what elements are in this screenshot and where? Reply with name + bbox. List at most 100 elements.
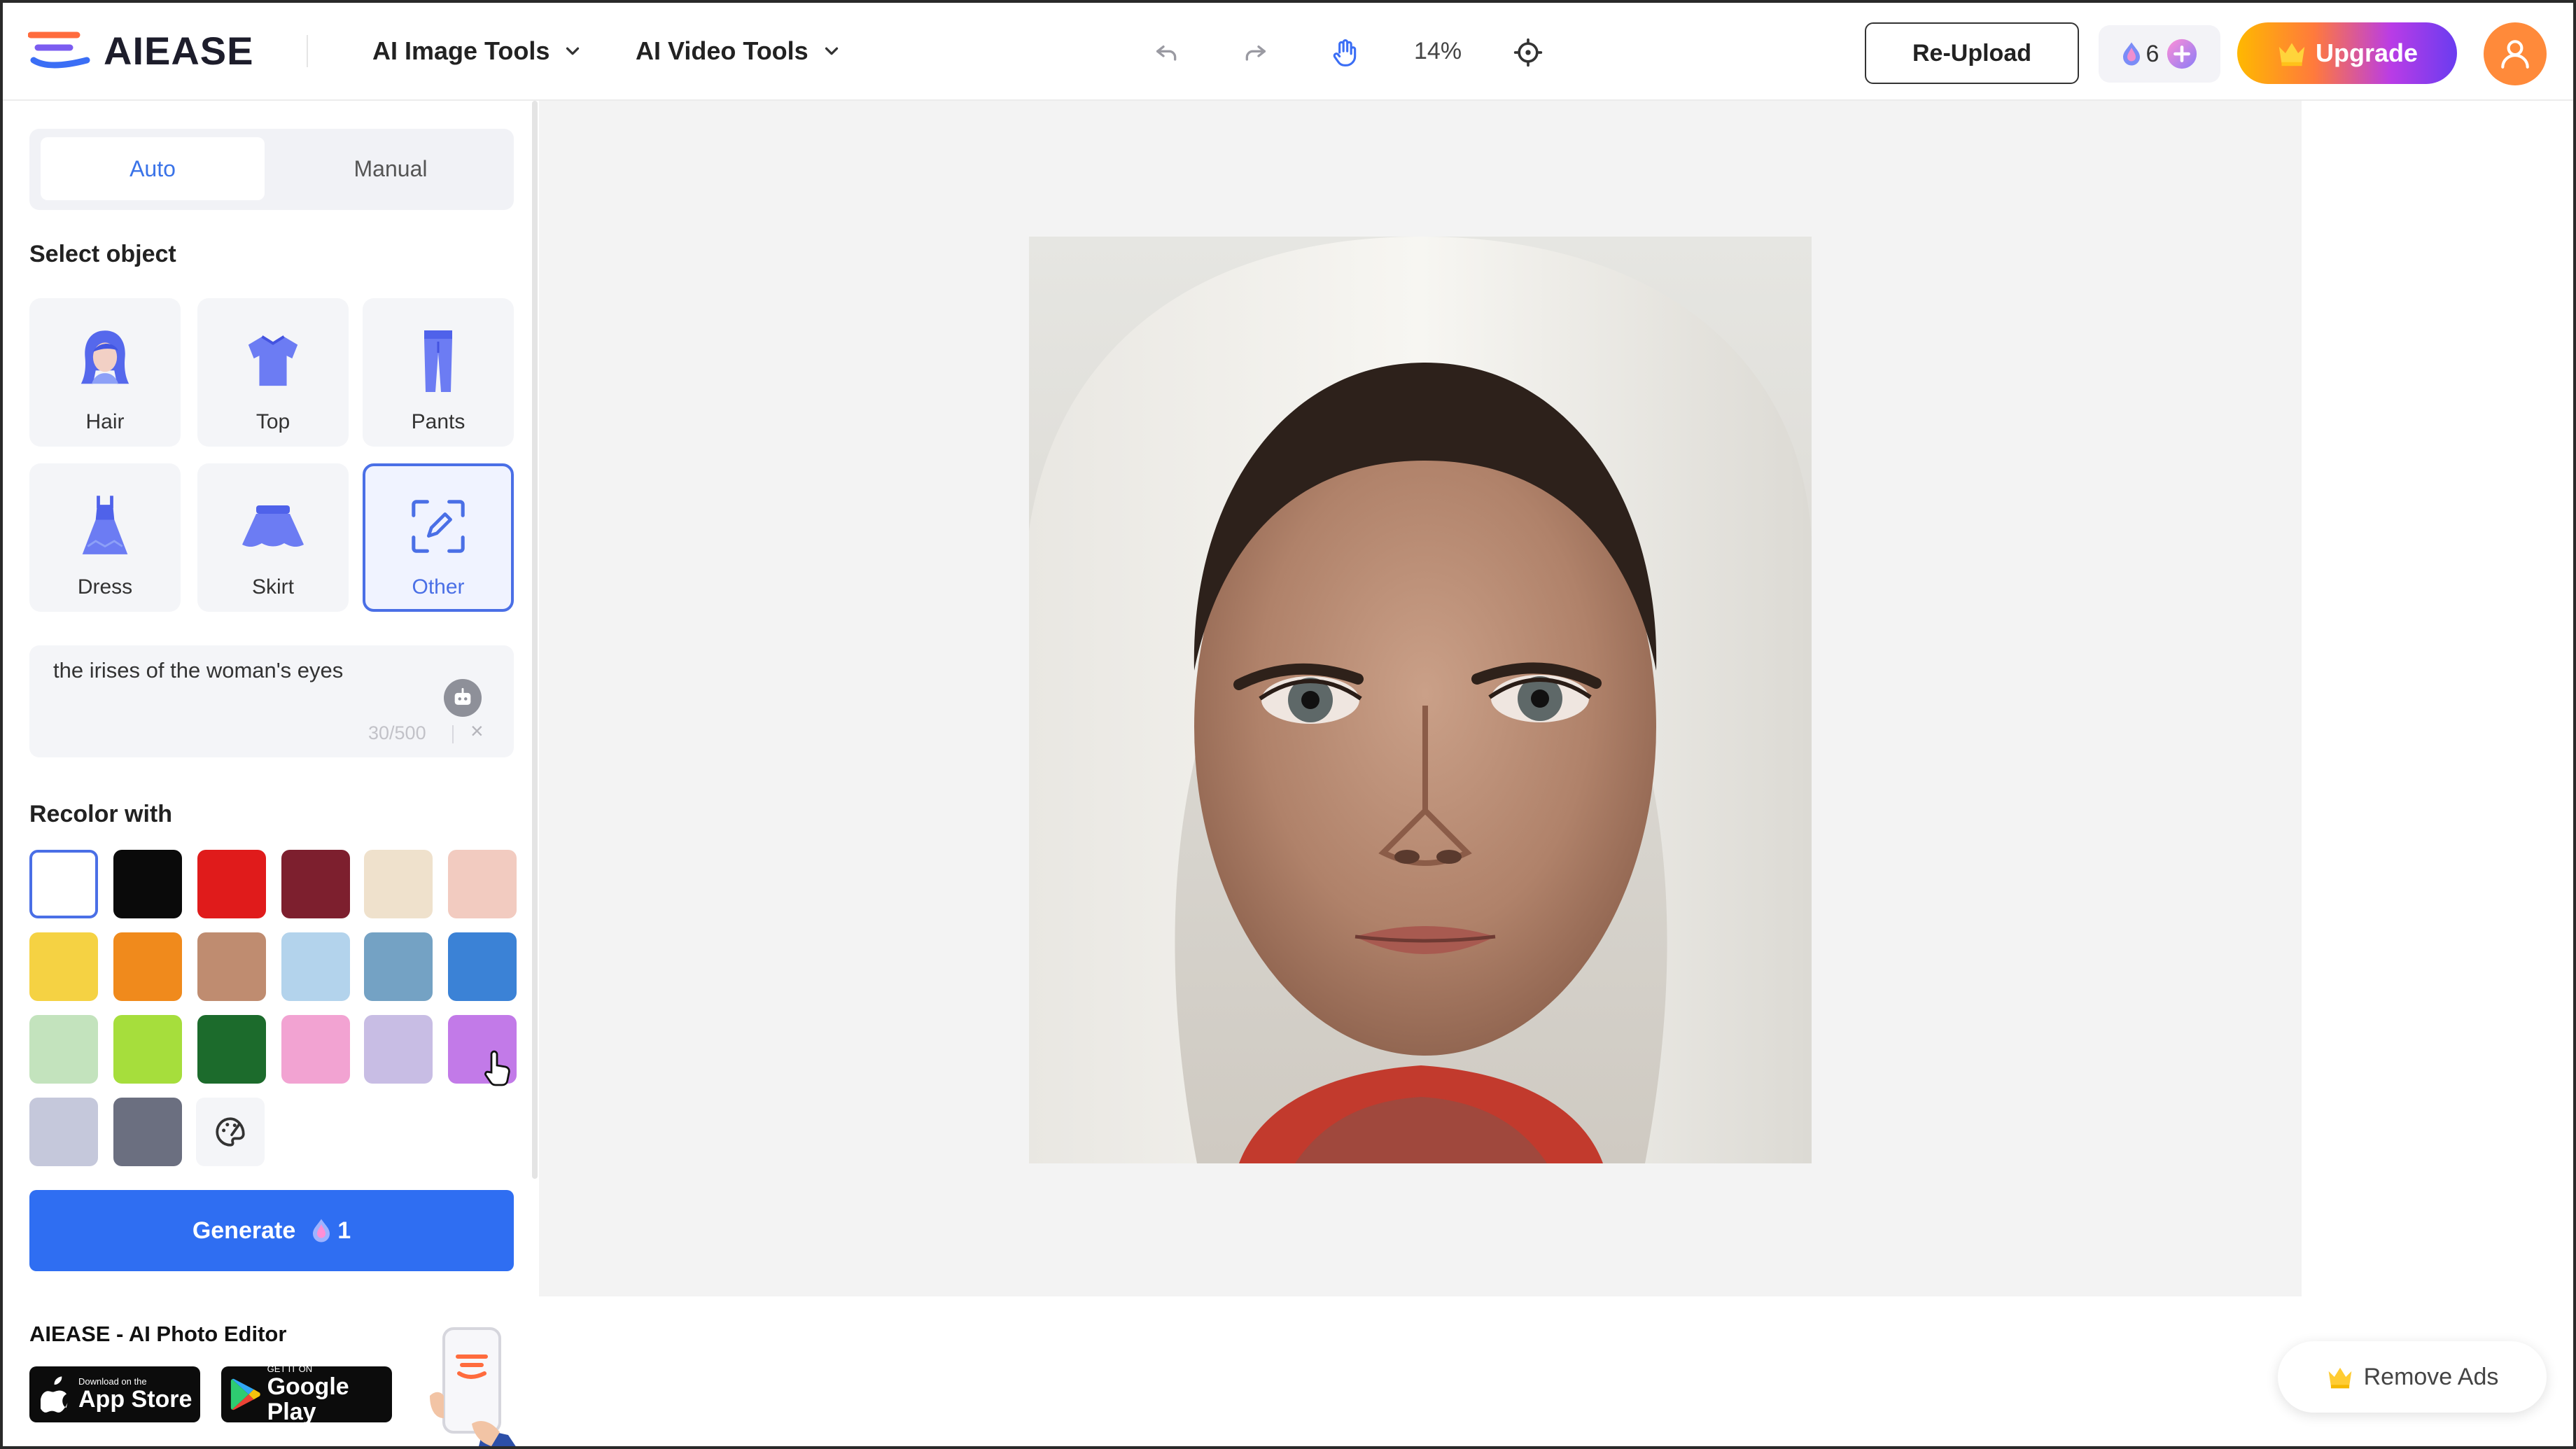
custom-color-button[interactable]: [196, 1098, 265, 1166]
app-store-button[interactable]: Download on the App Store: [29, 1366, 200, 1422]
object-label: Skirt: [252, 575, 294, 598]
pan-hand-button[interactable]: [1327, 35, 1362, 70]
nav-ai-image-tools[interactable]: AI Image Tools: [372, 34, 583, 69]
color-swatch[interactable]: [281, 1015, 350, 1084]
chevron-down-icon: [566, 47, 580, 55]
object-dress[interactable]: Dress: [29, 463, 181, 612]
aiease-logo-icon: [28, 31, 90, 69]
remove-ads-label: Remove Ads: [2363, 1363, 2499, 1390]
character-count: 30/500: [368, 722, 426, 743]
undo-icon: [1156, 46, 1177, 61]
object-skirt[interactable]: Skirt: [197, 463, 349, 612]
color-swatch[interactable]: [113, 1015, 182, 1084]
google-play-button[interactable]: GET IT ON Google Play: [221, 1364, 392, 1425]
credit-gem-icon: [313, 1219, 330, 1242]
brand-name: AIEASE: [104, 28, 254, 73]
hair-icon: [80, 330, 130, 384]
apple-icon: [41, 1376, 68, 1413]
sidebar-scrollbar[interactable]: [532, 101, 538, 1179]
mode-toggle: Auto Manual: [29, 129, 514, 210]
object-pants[interactable]: Pants: [363, 298, 514, 447]
app-store-label: App Store: [78, 1386, 192, 1413]
color-swatch[interactable]: [281, 850, 350, 918]
app-promo-title: AIEASE - AI Photo Editor: [29, 1322, 287, 1346]
color-swatch[interactable]: [197, 1015, 266, 1084]
object-prompt-field[interactable]: the irises of the woman's eyes 30/500 ×: [29, 645, 514, 757]
color-swatch[interactable]: [448, 850, 517, 918]
prompt-value[interactable]: the irises of the woman's eyes: [53, 658, 343, 683]
mouse-pointer-icon: [484, 1050, 510, 1086]
fit-to-screen-button[interactable]: [1511, 35, 1546, 70]
object-hair[interactable]: Hair: [29, 298, 181, 447]
credits-count: 6: [2146, 40, 2160, 67]
object-top[interactable]: Top: [197, 298, 349, 447]
chevron-down-icon: [825, 47, 838, 55]
upgrade-label: Upgrade: [2315, 38, 2418, 67]
recolor-title: Recolor with: [29, 801, 173, 827]
remove-ads-button[interactable]: Remove Ads: [2278, 1341, 2547, 1413]
tab-manual[interactable]: Manual: [279, 137, 503, 200]
pants-icon: [424, 330, 452, 392]
ai-assist-button[interactable]: [444, 679, 482, 717]
credits-badge[interactable]: 6: [2099, 25, 2220, 83]
crosshair-icon: [1513, 38, 1543, 67]
header-divider: [307, 35, 308, 67]
color-swatch[interactable]: [281, 932, 350, 1001]
add-credits-icon[interactable]: [2166, 38, 2198, 70]
generate-cost: 1: [337, 1217, 351, 1244]
credit-gem-icon: [2122, 42, 2140, 66]
object-label: Hair: [85, 410, 125, 433]
google-play-label: Google Play: [267, 1373, 349, 1425]
palette-icon: [216, 1117, 245, 1147]
hand-icon: [1333, 39, 1357, 66]
object-label: Pants: [411, 410, 465, 433]
color-swatch[interactable]: [364, 1015, 433, 1084]
nav-label: AI Image Tools: [372, 36, 550, 65]
color-swatch[interactable]: [364, 932, 433, 1001]
nav-ai-video-tools[interactable]: AI Video Tools: [636, 34, 842, 69]
nav-label: AI Video Tools: [636, 36, 808, 65]
generate-label: Generate: [192, 1217, 296, 1244]
edit-frame-icon: [412, 500, 465, 553]
color-swatch[interactable]: [29, 1098, 98, 1166]
robot-icon: [454, 687, 471, 705]
object-label: Other: [412, 575, 465, 598]
reupload-button[interactable]: Re-Upload: [1865, 22, 2079, 84]
undo-button[interactable]: [1149, 35, 1184, 70]
brand-logo[interactable]: AIEASE: [28, 24, 254, 77]
redo-button[interactable]: [1238, 35, 1273, 70]
google-play-small: GET IT ON: [267, 1364, 313, 1374]
select-object-title: Select object: [29, 241, 176, 267]
color-swatch[interactable]: [113, 932, 182, 1001]
color-swatch[interactable]: [197, 932, 266, 1001]
zoom-level: 14%: [1414, 38, 1462, 64]
color-swatch[interactable]: [29, 932, 98, 1001]
clear-prompt-button[interactable]: ×: [470, 718, 484, 744]
color-swatch[interactable]: [448, 932, 517, 1001]
object-other[interactable]: Other: [363, 463, 514, 612]
skirt-icon: [242, 505, 304, 547]
prompt-divider: [452, 725, 454, 743]
phone-hand-illustration: [430, 1327, 516, 1446]
color-swatch[interactable]: [197, 850, 266, 918]
color-swatch[interactable]: [364, 850, 433, 918]
crown-icon: [2328, 1367, 2351, 1389]
color-swatch[interactable]: [113, 1098, 182, 1166]
object-label: Top: [255, 410, 290, 433]
generate-button[interactable]: Generate 1: [29, 1190, 514, 1271]
color-swatch[interactable]: [29, 850, 98, 918]
app-window: AIEASE AI Image Tools AI Video Tools 14%…: [0, 0, 2576, 1449]
user-icon: [2501, 40, 2529, 69]
user-avatar[interactable]: [2484, 22, 2547, 85]
top-icon: [248, 335, 298, 386]
uploaded-photo[interactable]: [1029, 237, 1812, 1163]
dress-icon: [82, 496, 128, 554]
tab-auto[interactable]: Auto: [41, 137, 265, 200]
color-swatch[interactable]: [113, 850, 182, 918]
upgrade-button[interactable]: Upgrade: [2237, 22, 2457, 84]
google-play-icon: [230, 1378, 260, 1410]
app-store-small: Download on the: [78, 1376, 147, 1387]
redo-icon: [1245, 46, 1266, 61]
object-label: Dress: [77, 575, 133, 598]
color-swatch[interactable]: [29, 1015, 98, 1084]
